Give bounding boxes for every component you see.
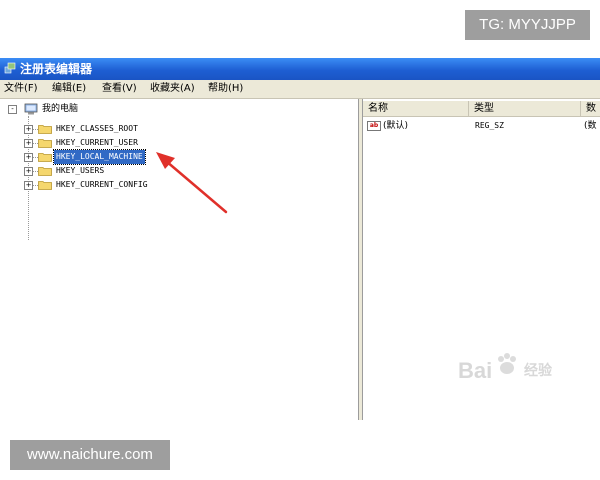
tree-item-hkey-local-machine[interactable]: + HKEY_LOCAL_MACHINE xyxy=(0,149,200,165)
computer-icon xyxy=(24,103,38,115)
folder-icon xyxy=(38,139,52,148)
window-title: 注册表编辑器 xyxy=(20,62,93,76)
folder-icon xyxy=(38,181,52,190)
tree-item-label: HKEY_CURRENT_CONFIG xyxy=(56,180,148,189)
menu-view[interactable]: 查看(V) xyxy=(102,83,137,95)
value-type: REG_SZ xyxy=(475,121,504,130)
tree-item-label: HKEY_USERS xyxy=(56,166,105,175)
website-badge: www.naichure.com xyxy=(10,440,170,470)
value-name: (默认) xyxy=(383,121,409,131)
tree-item-hkey-classes-root[interactable]: + HKEY_CLASSES_ROOT xyxy=(0,122,200,136)
column-header-data[interactable]: 数 xyxy=(581,101,600,117)
folder-icon xyxy=(38,125,52,134)
string-value-icon: ab xyxy=(367,121,381,131)
tree-root-my-computer[interactable]: - 我的电脑 xyxy=(0,102,150,116)
expand-toggle[interactable]: + xyxy=(24,139,33,148)
column-header-name[interactable]: 名称 xyxy=(363,101,469,117)
channel-badge: TG: MYYJJPP xyxy=(465,10,590,40)
menu-edit[interactable]: 编辑(E) xyxy=(52,83,86,95)
folder-icon xyxy=(38,167,52,176)
menu-bar: 文件(F) 编辑(E) 查看(V) 收藏夹(A) 帮助(H) xyxy=(0,80,600,99)
expand-toggle[interactable]: + xyxy=(24,167,33,176)
tree-item-hkey-users[interactable]: + HKEY_USERS xyxy=(0,164,200,178)
tree-item-label: HKEY_LOCAL_MACHINE xyxy=(53,149,146,165)
menu-help[interactable]: 帮助(H) xyxy=(208,83,243,95)
tree-item-hkey-current-config[interactable]: + HKEY_CURRENT_CONFIG xyxy=(0,178,200,192)
watermark-sub: 经验 xyxy=(524,362,552,378)
column-header-type[interactable]: 类型 xyxy=(469,101,581,117)
title-bar[interactable]: 注册表编辑器 xyxy=(0,58,600,80)
paw-logo-icon xyxy=(498,353,516,374)
tree-root-label: 我的电脑 xyxy=(42,104,79,114)
menu-favorites[interactable]: 收藏夹(A) xyxy=(150,83,195,95)
value-data: (数 xyxy=(584,121,597,131)
menu-file[interactable]: 文件(F) xyxy=(4,83,38,95)
value-row-default[interactable]: ab (默认) REG_SZ (数 xyxy=(363,119,600,133)
tree-item-label: HKEY_CLASSES_ROOT xyxy=(56,124,138,133)
folder-open-icon xyxy=(38,153,52,162)
expand-toggle[interactable]: + xyxy=(24,181,33,190)
expand-toggle[interactable]: + xyxy=(24,125,33,134)
watermark-text: Bai xyxy=(458,358,493,383)
tree-item-label: HKEY_CURRENT_USER xyxy=(56,138,138,147)
registry-editor-icon xyxy=(4,62,16,74)
tree-item-hkey-current-user[interactable]: + HKEY_CURRENT_USER xyxy=(0,136,200,150)
baidu-watermark: Bai 经验 xyxy=(458,353,568,388)
key-tree-pane[interactable]: - 我的电脑 + HKEY_CLASSES_ROOT + HKEY_CURREN… xyxy=(0,99,359,420)
expand-toggle[interactable]: + xyxy=(24,153,33,162)
collapse-toggle[interactable]: - xyxy=(8,105,17,114)
